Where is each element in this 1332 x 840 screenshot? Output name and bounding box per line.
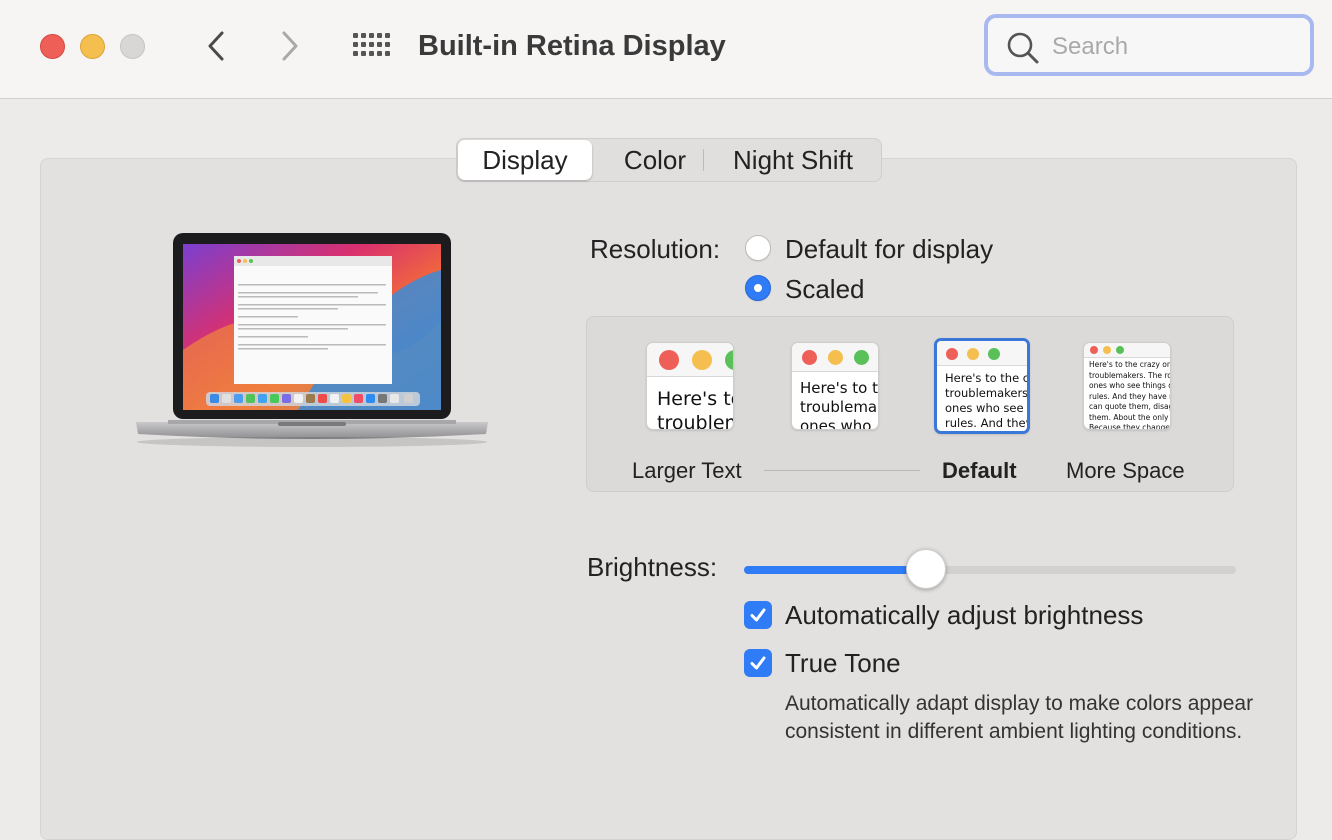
brightness-label: Brightness: bbox=[587, 552, 718, 582]
back-button[interactable] bbox=[196, 26, 236, 66]
default-for-display-label[interactable]: Default for display bbox=[785, 234, 993, 265]
macbook-air-image bbox=[136, 233, 488, 447]
scale-connector-line bbox=[764, 470, 920, 471]
tab-divider bbox=[703, 149, 704, 171]
default-label: Default bbox=[942, 458, 1017, 483]
minimize-dot-icon bbox=[967, 348, 979, 360]
preview-text: Here's to the crazy one troublemakers. T… bbox=[1089, 360, 1170, 430]
zoom-button bbox=[120, 34, 145, 59]
default-for-display-radio[interactable] bbox=[745, 235, 771, 261]
brightness-slider-fill bbox=[744, 566, 927, 574]
magnifier-icon bbox=[1007, 32, 1039, 64]
minimize-dot-icon bbox=[1103, 346, 1111, 354]
show-all-button[interactable] bbox=[352, 31, 390, 59]
close-button[interactable] bbox=[40, 34, 65, 59]
true-tone-description: Automatically adapt display to make colo… bbox=[785, 692, 1254, 743]
scale-option-2[interactable]: Here's to t troublema ones who bbox=[791, 342, 879, 430]
larger-text-label: Larger Text bbox=[632, 458, 742, 483]
auto-brightness-label[interactable]: Automatically adjust brightness bbox=[785, 600, 1143, 631]
more-space-label: More Space bbox=[1066, 458, 1185, 483]
tab-color[interactable]: Color bbox=[605, 139, 705, 181]
close-dot-icon bbox=[802, 350, 817, 365]
window-title: Built-in Retina Display bbox=[418, 30, 726, 62]
scaled-label[interactable]: Scaled bbox=[785, 274, 865, 305]
chevron-left-icon bbox=[208, 31, 224, 61]
auto-brightness-checkbox[interactable] bbox=[744, 601, 772, 629]
forward-button[interactable] bbox=[270, 26, 310, 66]
true-tone-checkbox[interactable] bbox=[744, 649, 772, 677]
close-dot-icon bbox=[1090, 346, 1098, 354]
toolbar: Built-in Retina Display bbox=[0, 0, 1332, 99]
zoom-dot-icon bbox=[1116, 346, 1124, 354]
preview-text: Here's to t troublema ones who bbox=[800, 379, 878, 430]
search-field[interactable] bbox=[984, 14, 1314, 76]
brightness-slider[interactable] bbox=[744, 566, 1236, 574]
brightness-slider-knob[interactable] bbox=[906, 549, 946, 589]
scale-option-more-space[interactable]: Here's to the crazy one troublemakers. T… bbox=[1083, 342, 1171, 430]
zoom-dot-icon bbox=[988, 348, 1000, 360]
preview-text: Here's to troublem bbox=[657, 388, 733, 430]
minimize-dot-icon bbox=[828, 350, 843, 365]
true-tone-label[interactable]: True Tone bbox=[785, 648, 901, 679]
search-input[interactable] bbox=[1050, 30, 1294, 64]
resolution-label: Resolution: bbox=[590, 234, 721, 264]
checkmark-icon bbox=[750, 608, 766, 622]
tab-display[interactable]: Display bbox=[458, 140, 592, 180]
tab-bar: Display Color Night Shift bbox=[456, 138, 882, 182]
close-dot-icon bbox=[946, 348, 958, 360]
checkmark-icon bbox=[750, 656, 766, 670]
scaled-radio[interactable] bbox=[745, 275, 771, 301]
minimize-dot-icon bbox=[692, 350, 712, 370]
close-dot-icon bbox=[659, 350, 679, 370]
scale-option-larger-text[interactable]: Here's to troublem bbox=[646, 342, 734, 430]
scale-option-default[interactable]: Here's to the cr troublemakers. ones who… bbox=[934, 338, 1030, 434]
tab-night-shift[interactable]: Night Shift bbox=[715, 139, 871, 181]
chevron-right-icon bbox=[282, 31, 298, 61]
minimize-button[interactable] bbox=[80, 34, 105, 59]
preview-text: Here's to the cr troublemakers. ones who… bbox=[945, 371, 1030, 430]
zoom-dot-icon bbox=[854, 350, 869, 365]
